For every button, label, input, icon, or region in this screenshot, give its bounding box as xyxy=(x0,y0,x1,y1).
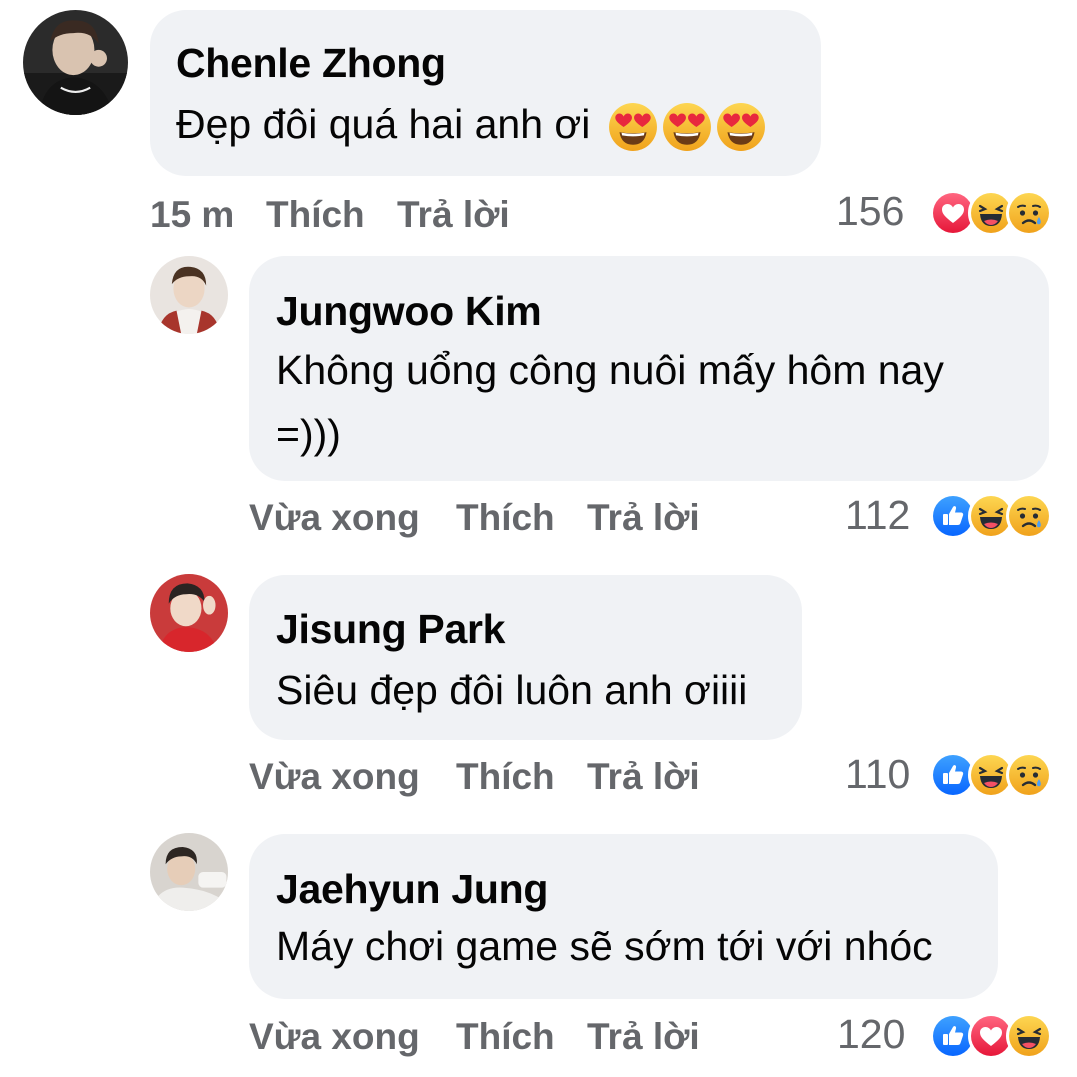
comment-bubble[interactable] xyxy=(249,834,998,999)
comment-text: Đẹp đôi quá hai anh ơi xyxy=(176,96,766,152)
comment-text: Siêu đẹp đôi luôn anh ơiiii xyxy=(276,667,748,713)
comment-text-content: Đẹp đôi quá hai anh ơi xyxy=(176,101,591,147)
comment-time[interactable]: Vừa xong xyxy=(249,1016,420,1058)
avatar-photo xyxy=(150,833,228,911)
comment-time[interactable]: Vừa xong xyxy=(249,497,420,539)
reaction-icons[interactable] xyxy=(930,1013,1052,1059)
reply-button[interactable]: Trả lời xyxy=(397,194,510,236)
avatar[interactable] xyxy=(150,256,228,334)
like-button[interactable]: Thích xyxy=(456,497,555,539)
reply-button[interactable]: Trả lời xyxy=(587,497,700,539)
avatar-photo xyxy=(150,574,228,652)
comment-author[interactable]: Jaehyun Jung xyxy=(276,866,548,913)
sad-reaction-icon xyxy=(1006,190,1052,236)
comment-text-line: =))) xyxy=(276,411,341,457)
reaction-icons[interactable] xyxy=(930,493,1052,539)
haha-reaction-icon xyxy=(1006,1013,1052,1059)
reply-button[interactable]: Trả lời xyxy=(587,756,700,798)
comment-author[interactable]: Jungwoo Kim xyxy=(276,288,542,335)
reaction-count[interactable]: 120 xyxy=(837,1011,905,1058)
comment-author[interactable]: Jisung Park xyxy=(276,606,505,653)
comment-author[interactable]: Chenle Zhong xyxy=(176,40,446,87)
avatar-photo xyxy=(23,10,128,115)
comment-text: Máy chơi game sẽ sớm tới với nhóc xyxy=(276,923,933,969)
emoji-group xyxy=(608,102,766,152)
reaction-icons[interactable] xyxy=(930,752,1052,798)
reaction-count[interactable]: 156 xyxy=(836,188,904,235)
heart-eyes-emoji-icon xyxy=(662,102,712,152)
like-button[interactable]: Thích xyxy=(456,1016,555,1058)
avatar[interactable] xyxy=(150,574,228,652)
avatar[interactable] xyxy=(23,10,128,115)
reaction-count[interactable]: 110 xyxy=(845,751,910,798)
reply-button[interactable]: Trả lời xyxy=(587,1016,700,1058)
avatar[interactable] xyxy=(150,833,228,911)
sad-reaction-icon xyxy=(1006,752,1052,798)
sad-reaction-icon xyxy=(1006,493,1052,539)
like-button[interactable]: Thích xyxy=(266,194,365,236)
heart-eyes-emoji-icon xyxy=(608,102,658,152)
like-button[interactable]: Thích xyxy=(456,756,555,798)
heart-eyes-emoji-icon xyxy=(716,102,766,152)
comment-time[interactable]: Vừa xong xyxy=(249,756,420,798)
reaction-count[interactable]: 112 xyxy=(845,492,910,539)
reaction-icons[interactable] xyxy=(930,190,1052,236)
comment-text-line: Không uổng công nuôi mấy hôm nay xyxy=(276,347,944,393)
avatar-photo xyxy=(150,256,228,334)
comment-time[interactable]: 15 m xyxy=(150,194,234,236)
